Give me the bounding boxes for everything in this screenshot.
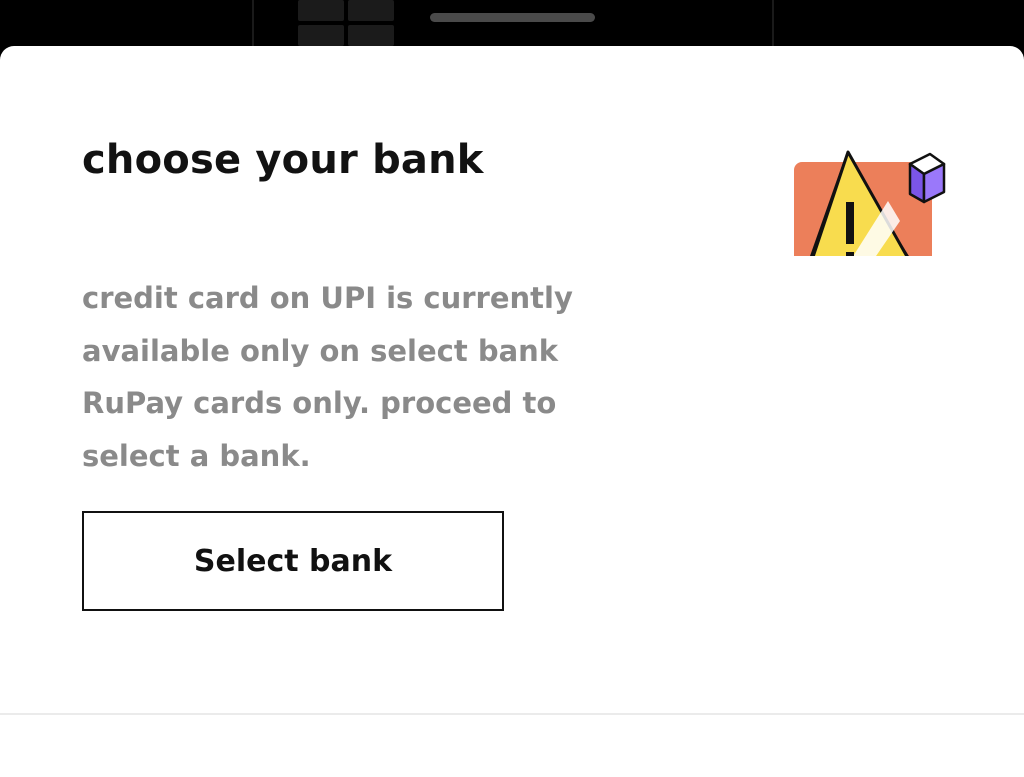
card-edge-left	[252, 0, 254, 50]
card-chip-graphic	[298, 0, 394, 46]
bottom-divider	[0, 713, 1024, 715]
card-edge-right	[772, 0, 774, 50]
sheet-title: choose your bank	[82, 137, 484, 183]
warning-icon	[794, 150, 946, 256]
drag-handle[interactable]	[430, 13, 595, 22]
select-bank-button-label: Select bank	[193, 543, 393, 579]
select-bank-button[interactable]: Select bank	[82, 511, 504, 611]
sheet-message: credit card on UPI is currently availabl…	[82, 281, 573, 473]
